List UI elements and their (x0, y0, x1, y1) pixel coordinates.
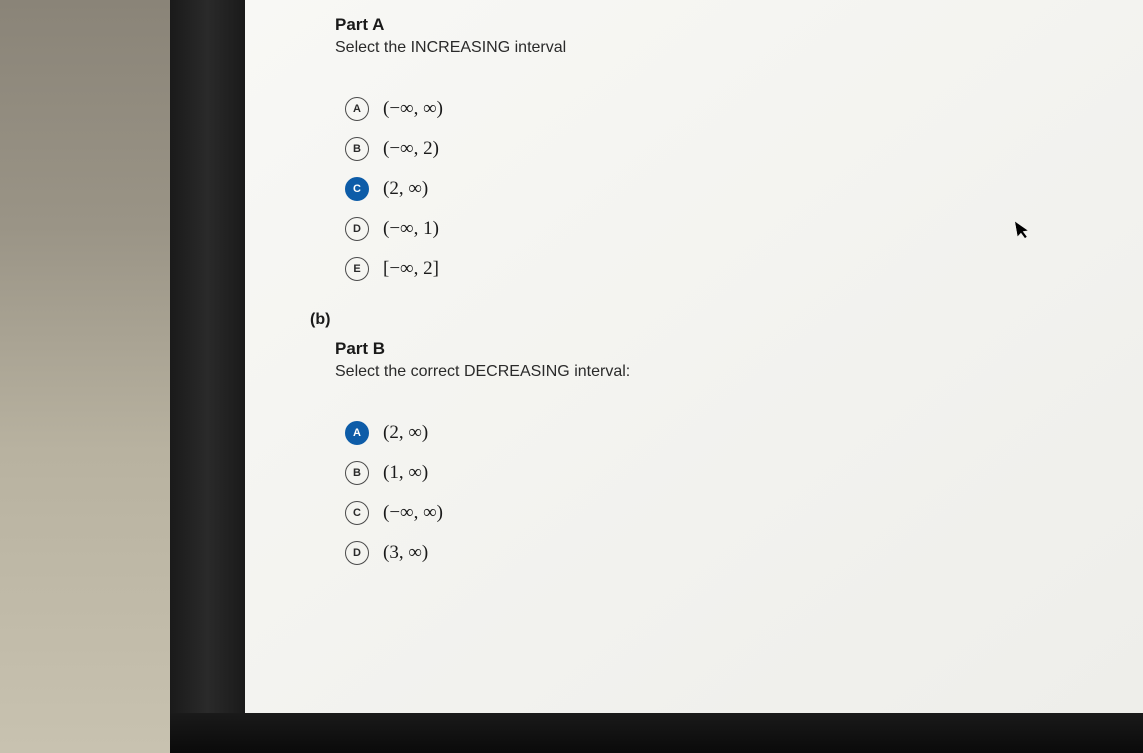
option-text: (3, ∞) (383, 542, 428, 564)
option-letter-badge: D (345, 541, 369, 565)
part-a-section: Part A Select the INCREASING interval A … (335, 15, 1113, 281)
option-text: [−∞, 2] (383, 258, 439, 280)
option-text: (−∞, ∞) (383, 502, 443, 524)
part-b-section: (b) Part B Select the correct DECREASING… (310, 311, 1113, 565)
option-letter-badge: D (345, 217, 369, 241)
option-letter-badge: E (345, 257, 369, 281)
option-text: (−∞, 2) (383, 138, 439, 160)
part-a-prompt: Select the INCREASING interval (335, 39, 1113, 57)
part-b-options: A (2, ∞) B (1, ∞) C (−∞, ∞) D (3, ∞) (345, 421, 1113, 565)
part-b-title: Part B (335, 339, 1113, 359)
option-letter-badge: B (345, 461, 369, 485)
option-letter-badge: A (345, 421, 369, 445)
part-b-prompt: Select the correct DECREASING interval: (335, 363, 1113, 381)
option-text: (2, ∞) (383, 178, 428, 200)
part-a-option-d[interactable]: D (−∞, 1) (345, 217, 1113, 241)
subsection-b-label: (b) (310, 311, 1113, 329)
part-a-option-a[interactable]: A (−∞, ∞) (345, 97, 1113, 121)
quiz-content-area: Part A Select the INCREASING interval A … (245, 0, 1143, 713)
option-letter-badge: B (345, 137, 369, 161)
option-text: (−∞, 1) (383, 218, 439, 240)
laptop-bezel-bottom (170, 713, 1143, 753)
option-letter-badge: C (345, 501, 369, 525)
part-b-option-c[interactable]: C (−∞, ∞) (345, 501, 1113, 525)
part-a-options: A (−∞, ∞) B (−∞, 2) C (2, ∞) D (−∞, 1) E… (345, 97, 1113, 281)
part-b-option-a[interactable]: A (2, ∞) (345, 421, 1113, 445)
part-a-option-e[interactable]: E [−∞, 2] (345, 257, 1113, 281)
laptop-bezel-left (170, 0, 245, 753)
option-letter-badge: A (345, 97, 369, 121)
part-a-title: Part A (335, 15, 1113, 35)
option-text: (1, ∞) (383, 462, 428, 484)
classroom-background (0, 0, 170, 753)
option-text: (−∞, ∞) (383, 98, 443, 120)
option-letter-badge: C (345, 177, 369, 201)
part-b-option-d[interactable]: D (3, ∞) (345, 541, 1113, 565)
part-a-option-c[interactable]: C (2, ∞) (345, 177, 1113, 201)
part-b-option-b[interactable]: B (1, ∞) (345, 461, 1113, 485)
part-a-option-b[interactable]: B (−∞, 2) (345, 137, 1113, 161)
option-text: (2, ∞) (383, 422, 428, 444)
